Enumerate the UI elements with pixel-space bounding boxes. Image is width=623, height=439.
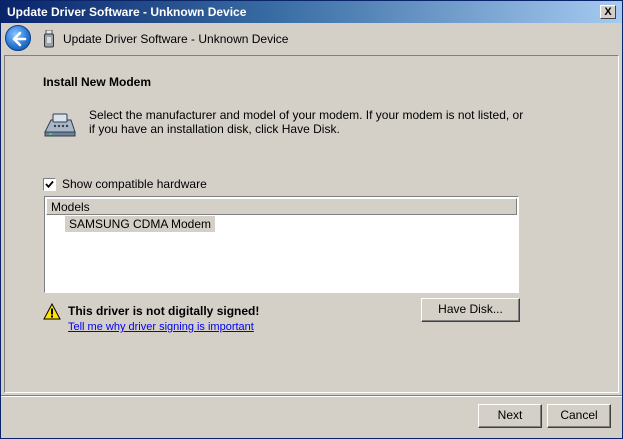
next-button[interactable]: Next xyxy=(478,404,542,428)
checkmark-icon xyxy=(45,180,54,188)
models-column-header[interactable]: Models xyxy=(46,198,517,215)
driver-signing-link[interactable]: Tell me why driver signing is important xyxy=(68,321,254,333)
window-title: Update Driver Software - Unknown Device xyxy=(7,5,247,19)
title-bar[interactable]: Update Driver Software - Unknown Device … xyxy=(1,1,622,23)
driver-update-window: Update Driver Software - Unknown Device … xyxy=(0,0,623,439)
back-button[interactable] xyxy=(5,25,31,51)
list-item[interactable]: SAMSUNG CDMA Modem xyxy=(65,216,216,232)
usb-device-icon xyxy=(44,30,54,48)
warning-icon xyxy=(43,303,61,320)
navigation-bar: Update Driver Software - Unknown Device xyxy=(1,23,622,55)
content-panel: Install New Modem Select the manufacture… xyxy=(4,55,619,393)
have-disk-button[interactable]: Have Disk... xyxy=(421,298,520,322)
show-compatible-row[interactable]: Show compatible hardware xyxy=(43,177,207,191)
show-compatible-label: Show compatible hardware xyxy=(62,177,207,191)
warning-title: This driver is not digitally signed! xyxy=(68,304,260,318)
models-listbox[interactable]: Models SAMSUNG CDMA Modem xyxy=(44,196,519,293)
show-compatible-checkbox[interactable] xyxy=(43,177,56,191)
cancel-button[interactable]: Cancel xyxy=(547,404,611,428)
footer-divider xyxy=(1,395,622,397)
models-header-label: Models xyxy=(51,200,90,214)
nav-title: Update Driver Software - Unknown Device xyxy=(63,32,289,46)
close-button[interactable]: X xyxy=(600,5,616,19)
modem-icon xyxy=(44,113,76,137)
instructions-text: Select the manufacturer and model of you… xyxy=(89,108,524,136)
back-arrow-icon xyxy=(12,31,27,47)
page-title: Install New Modem xyxy=(43,75,152,89)
